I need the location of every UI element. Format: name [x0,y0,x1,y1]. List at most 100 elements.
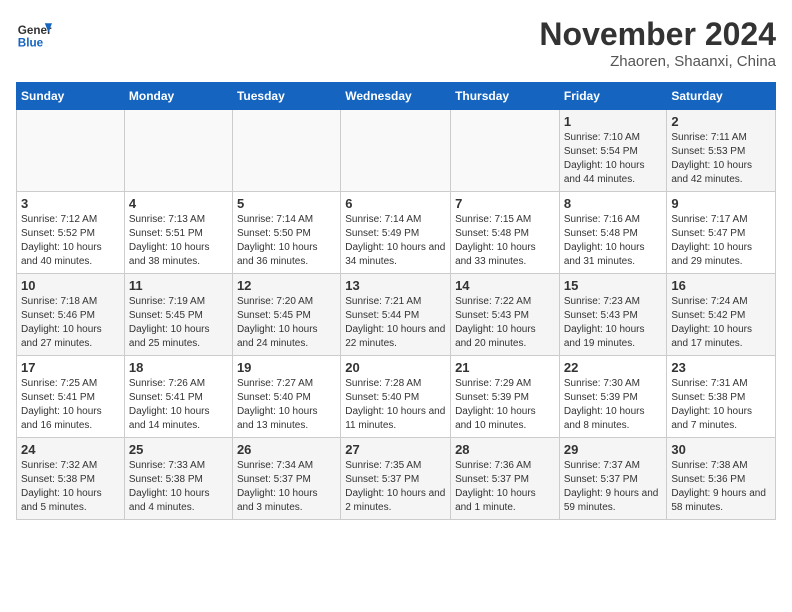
calendar-cell: 12Sunrise: 7:20 AM Sunset: 5:45 PM Dayli… [232,274,340,356]
cell-sun-info: Sunrise: 7:13 AM Sunset: 5:51 PM Dayligh… [129,213,228,269]
calendar-table: SundayMondayTuesdayWednesdayThursdayFrid… [16,82,776,520]
calendar-cell [341,110,451,192]
calendar-cell [124,110,232,192]
calendar-cell: 13 Sunrise: 7:21 AM Sunset: 5:44 PM Dayli… [341,274,451,356]
cell-sun-info: Sunrise: 7:23 AM Sunset: 5:43 PM Dayligh… [564,295,663,351]
weekday-header-tuesday: Tuesday [232,83,340,110]
day-number: 7 [455,196,555,211]
cell-sun-info: Sunrise: 7:36 AM Sunset: 5:37 PM Dayligh… [455,459,555,515]
cell-sun-info: Sunrise: 7:10 AM Sunset: 5:54 PM Dayligh… [564,131,663,187]
title-block: November 2024 Zhaoren, Shaanxi, China [539,16,776,70]
logo-icon: General Blue [16,16,52,52]
cell-sun-info: Sunrise: 7:11 AM Sunset: 5:53 PM Dayligh… [671,131,771,187]
location: Zhaoren, Shaanxi, China [539,53,776,70]
weekday-header-thursday: Thursday [451,83,560,110]
day-number: 13 [345,278,446,293]
weekday-header-monday: Monday [124,83,232,110]
day-number: 11 [129,278,228,293]
cell-sun-info: Sunrise: 7:18 AM Sunset: 5:46 PM Dayligh… [21,295,120,351]
day-number: 26 [237,442,336,457]
calendar-cell: 4Sunrise: 7:13 AM Sunset: 5:51 PM Daylig… [124,192,232,274]
cell-sun-info: Sunrise: 7:35 AM Sunset: 5:37 PM Dayligh… [345,459,446,515]
calendar-cell: 24 Sunrise: 7:32 AM Sunset: 5:38 PM Dayli… [17,438,125,520]
calendar-cell: 17 Sunrise: 7:25 AM Sunset: 5:41 PM Dayli… [17,356,125,438]
cell-sun-info: Sunrise: 7:28 AM Sunset: 5:40 PM Dayligh… [345,377,446,433]
day-number: 1 [564,114,663,129]
logo: General Blue [16,16,56,52]
page-header: General Blue November 2024 Zhaoren, Shaa… [16,16,776,70]
day-number: 19 [237,360,336,375]
day-number: 12 [237,278,336,293]
cell-sun-info: Sunrise: 7:30 AM Sunset: 5:39 PM Dayligh… [564,377,663,433]
day-number: 21 [455,360,555,375]
day-number: 28 [455,442,555,457]
cell-sun-info: Sunrise: 7:29 AM Sunset: 5:39 PM Dayligh… [455,377,555,433]
day-number: 24 [21,442,120,457]
calendar-cell: 8 Sunrise: 7:16 AM Sunset: 5:48 PM Daylig… [559,192,667,274]
calendar-cell: 20 Sunrise: 7:28 AM Sunset: 5:40 PM Dayli… [341,356,451,438]
calendar-cell: 5Sunrise: 7:14 AM Sunset: 5:50 PM Daylig… [232,192,340,274]
weekday-header-friday: Friday [559,83,667,110]
cell-sun-info: Sunrise: 7:25 AM Sunset: 5:41 PM Dayligh… [21,377,120,433]
calendar-cell: 3 Sunrise: 7:12 AM Sunset: 5:52 PM Daylig… [17,192,125,274]
calendar-cell: 11 Sunrise: 7:19 AM Sunset: 5:45 PM Dayli… [124,274,232,356]
calendar-cell [17,110,125,192]
day-number: 22 [564,360,663,375]
calendar-cell: 25 Sunrise: 7:33 AM Sunset: 5:38 PM Dayli… [124,438,232,520]
calendar-week-row: 17 Sunrise: 7:25 AM Sunset: 5:41 PM Dayli… [17,356,776,438]
day-number: 10 [21,278,120,293]
day-number: 3 [21,196,120,211]
calendar-cell [232,110,340,192]
calendar-cell: 1 Sunrise: 7:10 AM Sunset: 5:54 PM Daylig… [559,110,667,192]
day-number: 23 [671,360,771,375]
cell-sun-info: Sunrise: 7:19 AM Sunset: 5:45 PM Dayligh… [129,295,228,351]
weekday-header-saturday: Saturday [667,83,776,110]
cell-sun-info: Sunrise: 7:26 AM Sunset: 5:41 PM Dayligh… [129,377,228,433]
cell-sun-info: Sunrise: 7:12 AM Sunset: 5:52 PM Dayligh… [21,213,120,269]
cell-sun-info: Sunrise: 7:24 AM Sunset: 5:42 PM Dayligh… [671,295,771,351]
day-number: 2 [671,114,771,129]
calendar-cell: 7Sunrise: 7:15 AM Sunset: 5:48 PM Daylig… [451,192,560,274]
calendar-week-row: 24 Sunrise: 7:32 AM Sunset: 5:38 PM Dayli… [17,438,776,520]
day-number: 25 [129,442,228,457]
day-number: 17 [21,360,120,375]
weekday-header-sunday: Sunday [17,83,125,110]
cell-sun-info: Sunrise: 7:32 AM Sunset: 5:38 PM Dayligh… [21,459,120,515]
weekday-header-wednesday: Wednesday [341,83,451,110]
day-number: 8 [564,196,663,211]
calendar-cell: 21 Sunrise: 7:29 AM Sunset: 5:39 PM Dayli… [451,356,560,438]
weekday-header-row: SundayMondayTuesdayWednesdayThursdayFrid… [17,83,776,110]
cell-sun-info: Sunrise: 7:27 AM Sunset: 5:40 PM Dayligh… [237,377,336,433]
calendar-cell: 19 Sunrise: 7:27 AM Sunset: 5:40 PM Dayli… [232,356,340,438]
day-number: 6 [345,196,446,211]
calendar-cell: 29Sunrise: 7:37 AM Sunset: 5:37 PM Dayli… [559,438,667,520]
day-number: 29 [564,442,663,457]
day-number: 14 [455,278,555,293]
calendar-cell: 16 Sunrise: 7:24 AM Sunset: 5:42 PM Dayli… [667,274,776,356]
calendar-cell: 9 Sunrise: 7:17 AM Sunset: 5:47 PM Daylig… [667,192,776,274]
cell-sun-info: Sunrise: 7:22 AM Sunset: 5:43 PM Dayligh… [455,295,555,351]
cell-sun-info: Sunrise: 7:17 AM Sunset: 5:47 PM Dayligh… [671,213,771,269]
cell-sun-info: Sunrise: 7:14 AM Sunset: 5:49 PM Dayligh… [345,213,446,269]
day-number: 20 [345,360,446,375]
month-title: November 2024 [539,16,776,53]
calendar-week-row: 10 Sunrise: 7:18 AM Sunset: 5:46 PM Dayli… [17,274,776,356]
day-number: 18 [129,360,228,375]
day-number: 27 [345,442,446,457]
calendar-cell: 15Sunrise: 7:23 AM Sunset: 5:43 PM Dayli… [559,274,667,356]
cell-sun-info: Sunrise: 7:16 AM Sunset: 5:48 PM Dayligh… [564,213,663,269]
calendar-cell: 28 Sunrise: 7:36 AM Sunset: 5:37 PM Dayli… [451,438,560,520]
day-number: 16 [671,278,771,293]
svg-text:Blue: Blue [18,37,44,50]
cell-sun-info: Sunrise: 7:34 AM Sunset: 5:37 PM Dayligh… [237,459,336,515]
calendar-cell: 18 Sunrise: 7:26 AM Sunset: 5:41 PM Dayli… [124,356,232,438]
day-number: 9 [671,196,771,211]
day-number: 30 [671,442,771,457]
cell-sun-info: Sunrise: 7:21 AM Sunset: 5:44 PM Dayligh… [345,295,446,351]
cell-sun-info: Sunrise: 7:33 AM Sunset: 5:38 PM Dayligh… [129,459,228,515]
calendar-cell: 6 Sunrise: 7:14 AM Sunset: 5:49 PM Daylig… [341,192,451,274]
day-number: 5 [237,196,336,211]
calendar-cell: 14 Sunrise: 7:22 AM Sunset: 5:43 PM Dayli… [451,274,560,356]
calendar-week-row: 1 Sunrise: 7:10 AM Sunset: 5:54 PM Daylig… [17,110,776,192]
cell-sun-info: Sunrise: 7:31 AM Sunset: 5:38 PM Dayligh… [671,377,771,433]
